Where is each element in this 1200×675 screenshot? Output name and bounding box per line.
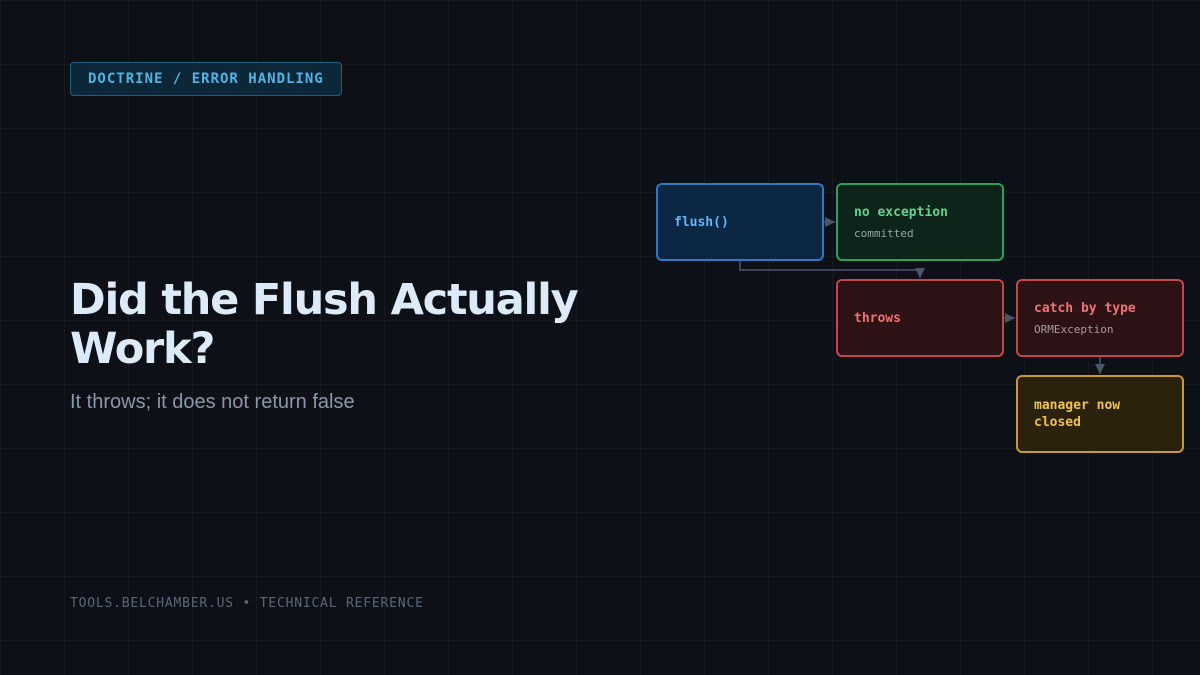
node-no-exception-subtitle: committed — [854, 226, 914, 240]
node-catch-title: catch by type — [1034, 300, 1136, 316]
node-closed-title: manager now closed — [1034, 398, 1121, 430]
page-subtitle: It throws; it does not return false — [70, 391, 355, 413]
node-flush: flush() — [656, 183, 824, 261]
node-manager-closed: manager now closed — [1016, 375, 1184, 453]
category-tag: DOCTRINE / ERROR HANDLING — [70, 62, 342, 96]
node-throws: throws — [836, 279, 1004, 357]
edge-flush-to-throws — [739, 261, 925, 278]
node-no-exception: no exception committed — [836, 183, 1004, 261]
node-throws-title: throws — [854, 310, 901, 326]
node-catch-by-type: catch by type ORMException — [1016, 279, 1184, 357]
node-catch-subtitle: ORMException — [1034, 322, 1114, 336]
footer-text: TOOLS.BELCHAMBER.US • TECHNICAL REFERENC… — [70, 596, 424, 611]
node-no-exception-title: no exception — [854, 204, 948, 220]
page-title: Did the Flush Actually Work? — [70, 275, 579, 374]
node-flush-title: flush() — [674, 214, 729, 230]
